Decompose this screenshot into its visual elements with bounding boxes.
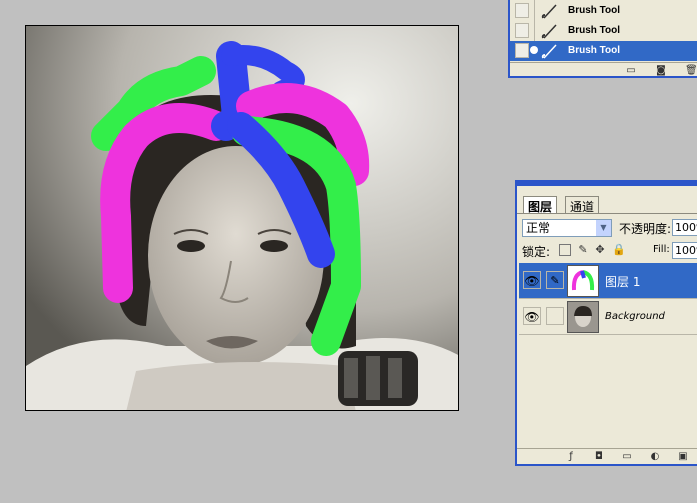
history-snapshot-checkbox[interactable] [515, 3, 529, 18]
brush-icon [541, 44, 557, 59]
tab-divider [517, 213, 697, 214]
link-icon[interactable] [546, 307, 564, 325]
history-item-selected[interactable]: Brush Tool [510, 41, 697, 61]
lock-label: 锁定: [522, 245, 551, 259]
document-canvas[interactable] [25, 25, 459, 411]
layers-footer: ƒ ◘ ▭ ◐ ▣ [517, 448, 697, 466]
fill-input[interactable]: 100% [672, 242, 697, 259]
tab-layers[interactable]: 图层 [523, 196, 558, 214]
lock-brush-icon[interactable]: ✎ [577, 244, 589, 256]
opacity-label: 不透明度: [619, 222, 672, 236]
add-style-icon[interactable]: ƒ [565, 451, 577, 462]
history-item-label: Brush Tool [568, 45, 621, 56]
layer-row-selected[interactable]: 👁 ✎ 图层 1 [519, 263, 697, 299]
brush-link-icon[interactable]: ✎ [546, 271, 564, 289]
new-set-icon[interactable]: ▭ [621, 451, 633, 462]
history-item-label: Brush Tool [568, 5, 621, 16]
history-snapshot-checkbox[interactable] [515, 23, 529, 38]
history-item[interactable]: Brush Tool [510, 21, 697, 41]
brush-icon [541, 24, 557, 39]
opacity-input[interactable]: 100% [672, 219, 697, 236]
eye-icon[interactable]: 👁 [523, 271, 541, 289]
brush-icon [541, 4, 557, 19]
adjustment-icon[interactable]: ◐ [649, 451, 661, 462]
eye-icon[interactable]: 👁 [523, 307, 541, 325]
history-item[interactable]: Brush Tool [510, 1, 697, 21]
history-item-label: Brush Tool [568, 25, 621, 36]
layer-thumbnail-image [568, 266, 598, 296]
layers-panel: 图层 通道 正常 ▼ 不透明度: 100% 锁定: ✎ ✥ 🔒 Fill: 10… [515, 180, 697, 466]
trash-icon[interactable]: 🗑 [685, 65, 697, 76]
layer-name: 图层 1 [605, 275, 641, 289]
lock-all-icon[interactable]: 🔒 [612, 244, 626, 256]
history-state-marker-icon [530, 46, 538, 54]
panel-titlebar[interactable] [517, 182, 697, 186]
chevron-down-icon[interactable]: ▼ [596, 220, 611, 236]
history-snapshot-checkbox[interactable] [515, 43, 529, 58]
new-layer-icon[interactable]: ▣ [677, 451, 689, 462]
layer-thumbnail-image [568, 302, 598, 332]
camera-icon[interactable]: ◙ [655, 65, 667, 76]
layer-thumbnail [567, 301, 599, 333]
history-footer: ▭ ◙ 🗑 [510, 62, 697, 78]
layer-row[interactable]: 👁 Background [519, 299, 697, 335]
layer-thumbnail [567, 265, 599, 297]
canvas-artwork [26, 26, 458, 410]
blend-mode-select[interactable]: 正常 ▼ [522, 219, 612, 237]
fill-label: Fill: [653, 244, 670, 255]
history-panel: Brush Tool Brush Tool Brush Tool ▭ ◙ 🗑 [508, 0, 697, 78]
blend-mode-value: 正常 [526, 221, 551, 235]
mask-icon[interactable]: ◘ [593, 451, 605, 462]
new-snapshot-icon[interactable]: ▭ [625, 65, 637, 76]
tab-channels[interactable]: 通道 [565, 196, 600, 214]
lock-move-icon[interactable]: ✥ [594, 244, 606, 256]
lock-transparency-icon[interactable] [559, 244, 571, 256]
layer-name: Background [605, 311, 665, 322]
